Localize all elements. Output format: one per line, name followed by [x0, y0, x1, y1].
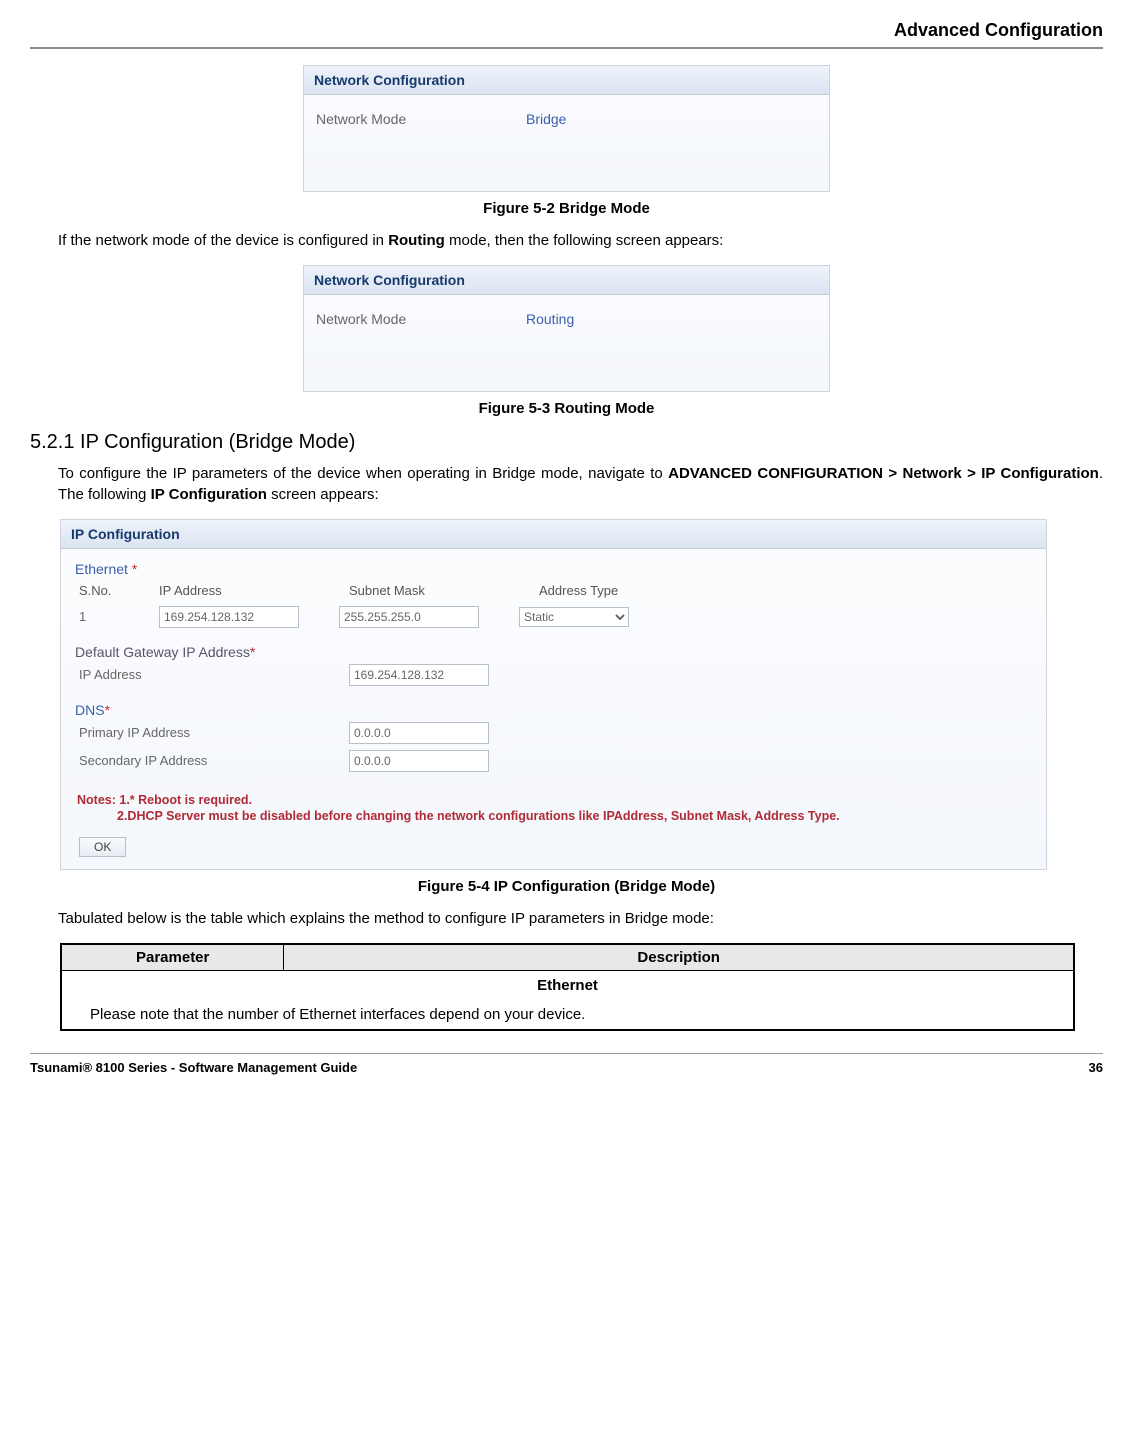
ethernet-heading-row: Ethernet — [61, 970, 1074, 1000]
fig52-panel: Network Configuration Network Mode Bridg… — [303, 65, 830, 192]
param-table: Parameter Description Ethernet Please no… — [60, 943, 1075, 1031]
ethernet-row-1: 1 Static — [73, 604, 1034, 642]
routing-intro-bold: Routing — [388, 232, 445, 249]
fig52-row: Network Mode Bridge — [316, 105, 817, 133]
ethernet-section-text: Ethernet — [75, 561, 132, 577]
routing-intro-pre: If the network mode of the device is con… — [58, 232, 388, 249]
col-ip: IP Address — [159, 583, 309, 598]
footer-left: Tsunami® 8100 Series - Software Manageme… — [30, 1060, 357, 1075]
row1-type-select[interactable]: Static — [519, 607, 629, 627]
ethernet-section-label: Ethernet * — [73, 559, 1034, 579]
fig53-panel-title: Network Configuration — [304, 266, 829, 295]
fig52-value: Bridge — [526, 111, 566, 127]
fig53-label: Network Mode — [316, 311, 456, 327]
header-rule — [30, 47, 1103, 49]
routing-intro-post: mode, then the following screen appears: — [445, 232, 724, 249]
fig54-caption: Figure 5-4 IP Configuration (Bridge Mode… — [30, 878, 1103, 895]
dns-section-label: DNS* — [73, 700, 1034, 720]
dns-primary-row: Primary IP Address — [73, 720, 1034, 748]
ipcfg-panel-title: IP Configuration — [61, 520, 1046, 549]
ethernet-heading-cell: Ethernet — [61, 970, 1074, 1000]
gateway-label: IP Address — [79, 667, 309, 682]
section-heading: 5.2.1 IP Configuration (Bridge Mode) — [30, 431, 1103, 454]
ipcfg-panel: IP Configuration Ethernet * S.No. IP Add… — [60, 519, 1047, 870]
gateway-section-label: Default Gateway IP Address* — [73, 642, 1034, 662]
page-footer: Tsunami® 8100 Series - Software Manageme… — [30, 1060, 1103, 1075]
gateway-row: IP Address — [73, 662, 1034, 700]
routing-intro: If the network mode of the device is con… — [58, 231, 1103, 251]
dns-secondary-input[interactable] — [349, 750, 489, 772]
row1-mask-input[interactable] — [339, 606, 479, 628]
th-parameter: Parameter — [61, 944, 284, 971]
ethernet-columns: S.No. IP Address Subnet Mask Address Typ… — [73, 579, 1034, 604]
gateway-section-text: Default Gateway IP Address — [75, 644, 250, 660]
fig53-caption: Figure 5-3 Routing Mode — [30, 400, 1103, 417]
fig53-value: Routing — [526, 311, 574, 327]
row1-ip-input[interactable] — [159, 606, 299, 628]
ethernet-note-cell: Please note that the number of Ethernet … — [61, 1000, 1074, 1030]
col-type: Address Type — [539, 583, 689, 598]
fig52-label: Network Mode — [316, 111, 456, 127]
ok-button[interactable]: OK — [79, 837, 126, 857]
note-1: Notes: 1.* Reboot is required. — [73, 786, 1034, 809]
dns-secondary-label: Secondary IP Address — [79, 753, 309, 768]
dns-required-star: * — [105, 702, 110, 718]
th-description: Description — [284, 944, 1074, 971]
fig53-row: Network Mode Routing — [316, 305, 817, 333]
col-mask: Subnet Mask — [349, 583, 499, 598]
page-header-title: Advanced Configuration — [30, 20, 1103, 41]
ipcfg-intro-t1: To configure the IP parameters of the de… — [58, 465, 668, 482]
dns-primary-label: Primary IP Address — [79, 725, 309, 740]
ethernet-note-row: Please note that the number of Ethernet … — [61, 1000, 1074, 1030]
dns-primary-input[interactable] — [349, 722, 489, 744]
param-header-row: Parameter Description — [61, 944, 1074, 971]
ipcfg-intro-b1: ADVANCED CONFIGURATION > Network > IP Co… — [668, 465, 1099, 482]
gateway-required-star: * — [250, 644, 255, 660]
col-sno: S.No. — [79, 583, 119, 598]
gateway-ip-input[interactable] — [349, 664, 489, 686]
ipcfg-intro-b2: IP Configuration — [151, 486, 267, 503]
fig52-panel-title: Network Configuration — [304, 66, 829, 95]
ipcfg-intro: To configure the IP parameters of the de… — [58, 464, 1103, 505]
ipcfg-intro-t3: screen appears: — [267, 486, 379, 503]
note-2: 2.DHCP Server must be disabled before ch… — [73, 809, 1034, 833]
fig52-caption: Figure 5-2 Bridge Mode — [30, 200, 1103, 217]
footer-rule — [30, 1053, 1103, 1054]
fig53-panel: Network Configuration Network Mode Routi… — [303, 265, 830, 392]
dns-section-text: DNS — [75, 702, 105, 718]
table-intro: Tabulated below is the table which expla… — [58, 909, 1103, 929]
footer-right: 36 — [1089, 1060, 1103, 1075]
dns-secondary-row: Secondary IP Address — [73, 748, 1034, 786]
row1-sno: 1 — [79, 609, 119, 624]
ethernet-required-star: * — [132, 561, 137, 577]
